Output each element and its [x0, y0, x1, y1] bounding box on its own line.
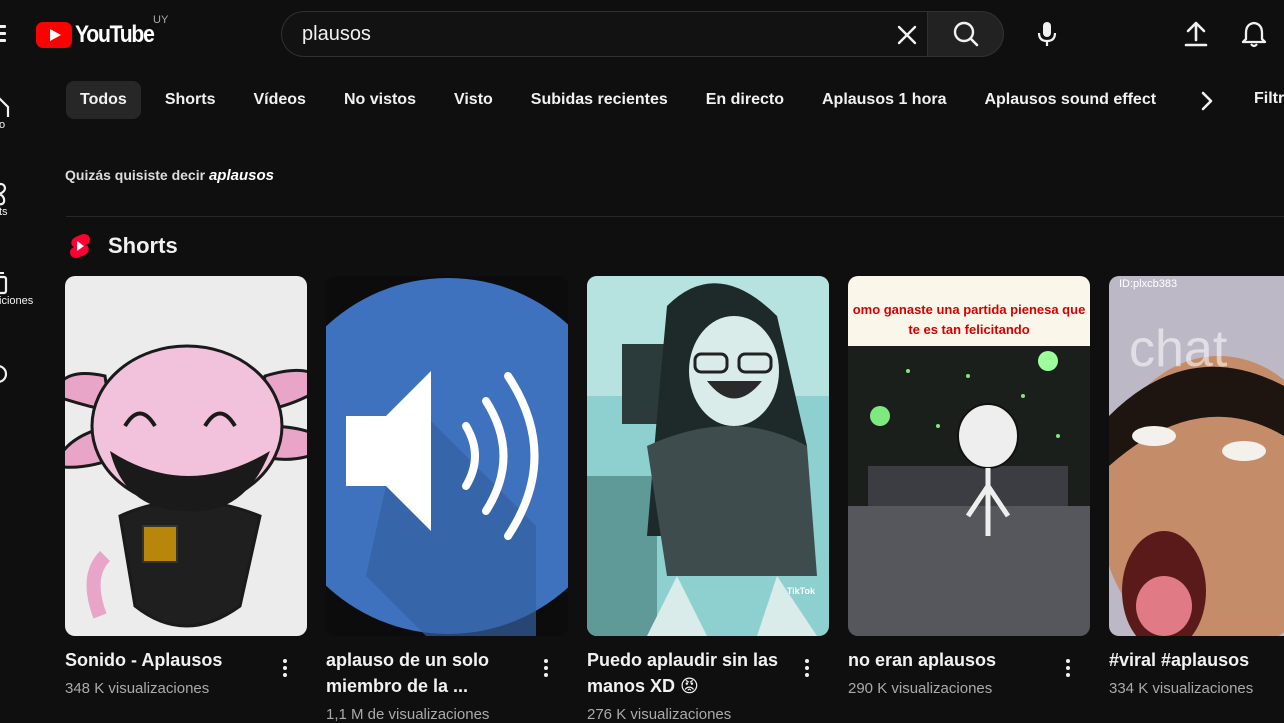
did-you-mean: Quizás quisiste decir aplausos: [65, 167, 274, 184]
sidebar-item-library[interactable]: [0, 362, 40, 386]
sidebar-item-label: iciones: [0, 295, 34, 307]
short-views: 1,1 M de visualizaciones: [326, 706, 490, 723]
sidebar-item-subscriptions[interactable]: iciones: [0, 271, 40, 307]
microphone-icon: [1037, 22, 1057, 46]
search-icon: [953, 21, 978, 47]
short-views: 348 K visualizaciones: [65, 680, 210, 697]
chip-videos[interactable]: Vídeos: [239, 81, 319, 119]
more-actions-icon[interactable]: [797, 655, 817, 681]
filter-chip-bar: Todos Shorts Vídeos No vistos Visto Subi…: [66, 81, 1180, 119]
upload-icon: [1184, 21, 1208, 47]
did-you-mean-suggestion-link[interactable]: aplausos: [209, 167, 274, 184]
short-title[interactable]: no eran aplausos: [848, 647, 1048, 673]
library-icon: [0, 365, 8, 383]
short-title[interactable]: Puedo aplaudir sin las manos XD 😡: [587, 647, 787, 699]
watermark-text: chat: [1129, 320, 1228, 378]
short-views: 334 K visualizaciones: [1109, 680, 1254, 697]
chevron-right-icon: [1201, 91, 1213, 111]
chip-no-vistos[interactable]: No vistos: [330, 81, 430, 119]
short-title[interactable]: aplauso de un solo miembro de la ...: [326, 647, 526, 699]
search-button[interactable]: [927, 11, 1004, 57]
country-code: UY: [153, 14, 169, 26]
tiktok-watermark: TikTok: [787, 586, 816, 596]
chip-shorts[interactable]: Shorts: [151, 81, 230, 119]
guide-menu-icon[interactable]: [0, 22, 6, 46]
more-actions-icon[interactable]: [275, 655, 295, 681]
subscriptions-icon: [0, 272, 8, 295]
chip-subidas-recientes[interactable]: Subidas recientes: [517, 81, 682, 119]
bell-icon: [1241, 21, 1267, 48]
chip-visto[interactable]: Visto: [440, 81, 507, 119]
did-you-mean-prefix: Quizás quisiste decir: [65, 167, 209, 183]
home-icon: [0, 97, 10, 117]
thumbnail-caption: omo ganaste una partida pienesa que te e…: [852, 302, 1086, 337]
short-title[interactable]: Sonido - Aplausos: [65, 647, 265, 673]
short-thumbnail[interactable]: [326, 276, 568, 636]
chip-todos[interactable]: Todos: [66, 81, 141, 119]
notifications-button[interactable]: [1234, 14, 1274, 54]
short-views: 290 K visualizaciones: [848, 680, 993, 697]
chips-next-button[interactable]: [1187, 83, 1227, 119]
youtube-play-icon: [36, 22, 72, 48]
search-input[interactable]: [302, 22, 862, 46]
shorts-icon: [0, 182, 7, 206]
sidebar-item-label: ts: [0, 206, 8, 218]
logo-text: YouTube: [75, 21, 155, 48]
short-title[interactable]: #viral #aplausos: [1109, 647, 1284, 673]
short-views: 276 K visualizaciones: [587, 706, 732, 723]
section-divider: [66, 216, 1284, 217]
short-thumbnail[interactable]: [65, 276, 307, 636]
sidebar-item-home[interactable]: o: [0, 97, 40, 131]
short-thumbnail[interactable]: omo ganaste una partida pienesa que te e…: [848, 276, 1090, 636]
chip-aplausos-1-hora[interactable]: Aplausos 1 hora: [808, 81, 960, 119]
chip-en-directo[interactable]: En directo: [692, 81, 798, 119]
more-actions-icon[interactable]: [536, 655, 556, 681]
voice-search-button[interactable]: [1027, 14, 1067, 54]
clear-search-icon[interactable]: [896, 24, 918, 46]
short-thumbnail[interactable]: TikTok: [587, 276, 829, 636]
search-box: [281, 11, 927, 57]
shorts-section-title: Shorts: [108, 233, 178, 258]
short-thumbnail[interactable]: chat ID:plxcb383: [1109, 276, 1284, 636]
chip-aplausos-sound-effect[interactable]: Aplausos sound effect: [970, 81, 1170, 119]
create-button[interactable]: [1176, 14, 1216, 54]
thumbnail-id-label: ID:plxcb383: [1119, 278, 1178, 290]
filters-button[interactable]: Filtr: [1254, 90, 1284, 108]
shorts-logo-icon: [68, 233, 92, 264]
sidebar-item-shorts[interactable]: ts: [0, 182, 40, 218]
sidebar-item-label: o: [0, 119, 6, 131]
youtube-logo[interactable]: YouTube: [36, 21, 164, 49]
more-actions-icon[interactable]: [1058, 655, 1078, 681]
